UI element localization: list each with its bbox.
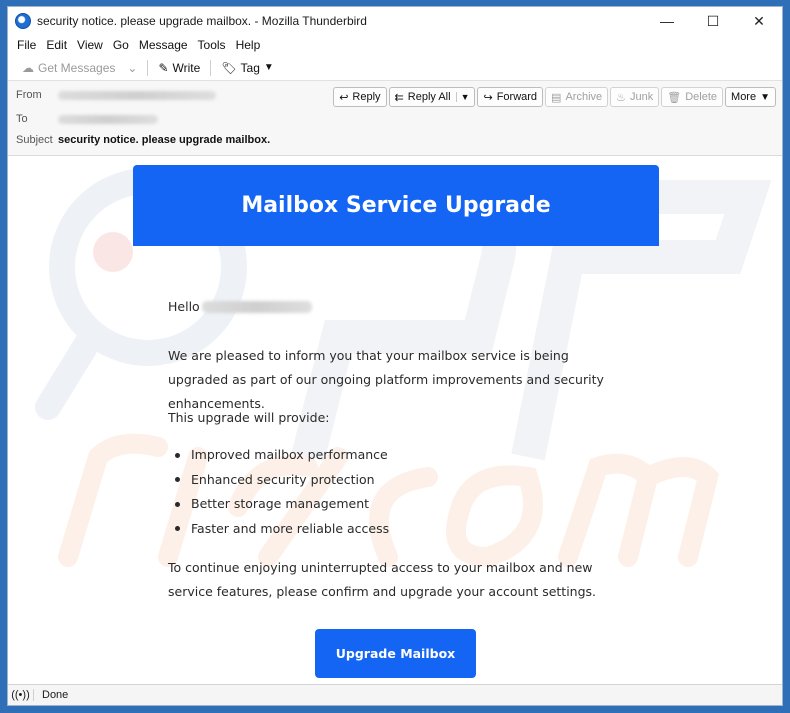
- write-label: Write: [172, 60, 201, 75]
- delete-button[interactable]: 🗑 Delete: [661, 87, 724, 107]
- message-header: From To Subject security notice. please …: [8, 81, 782, 156]
- menu-help[interactable]: Help: [231, 38, 266, 52]
- bullet-icon: [175, 501, 180, 507]
- main-toolbar: ☁ Get Messages ⌄ ✎ Write 🏷 Tag ▼: [8, 55, 782, 81]
- forward-icon: ↪: [483, 91, 493, 104]
- thunderbird-window: security notice. please upgrade mailbox.…: [7, 6, 783, 706]
- trash-icon: 🗑: [667, 91, 682, 104]
- upgrade-intro: This upgrade will provide:: [168, 410, 330, 425]
- junk-button[interactable]: ♨ Junk: [610, 87, 660, 107]
- minimize-icon[interactable]: —: [644, 7, 690, 35]
- banner-title: Mailbox Service Upgrade: [241, 193, 551, 218]
- tag-icon: 🏷: [221, 60, 237, 75]
- close-icon[interactable]: ✕: [736, 7, 782, 35]
- junk-label: Junk: [630, 91, 654, 103]
- from-row: From: [16, 89, 216, 101]
- greeting: Hello: [168, 295, 628, 319]
- subject-row: Subject security notice. please upgrade …: [16, 134, 270, 146]
- tag-label: Tag: [240, 60, 260, 75]
- list-item: Faster and more reliable access: [168, 517, 628, 542]
- closing-paragraph: To continue enjoying uninterrupted acces…: [168, 560, 597, 599]
- toolbar-separator: [147, 59, 149, 76]
- message-body: Mailbox Service Upgrade Hello We are ple…: [8, 157, 782, 685]
- from-address-redacted: [58, 90, 216, 100]
- to-label: To: [16, 113, 28, 125]
- reply-label: Reply: [352, 91, 381, 103]
- benefits-list: Improved mailbox performance Enhanced se…: [168, 443, 628, 541]
- forward-label: Forward: [496, 91, 538, 103]
- delete-label: Delete: [685, 91, 718, 103]
- menu-view[interactable]: View: [72, 38, 108, 52]
- forward-button[interactable]: ↪ Forward: [477, 87, 544, 107]
- recipient-name-redacted: [201, 301, 312, 313]
- subject-label: Subject: [16, 134, 53, 146]
- reply-all-icon: ⇇: [394, 91, 404, 104]
- message-actions: ↩ Reply ⇇ Reply All ▼ ↪ Forward ▤ Archiv…: [333, 87, 776, 107]
- chevron-down-icon: ▼: [760, 91, 770, 103]
- menu-bar: File Edit View Go Message Tools Help: [8, 35, 782, 55]
- list-item: Enhanced security protection: [168, 468, 628, 493]
- chevron-down-icon[interactable]: ▼: [455, 92, 469, 102]
- connection-status-icon: ((•)): [8, 689, 34, 701]
- archive-label: Archive: [565, 91, 603, 103]
- to-row: To: [16, 113, 158, 125]
- write-button[interactable]: ✎ Write: [152, 57, 206, 79]
- bullet-icon: [175, 477, 180, 483]
- flame-icon: ♨: [616, 91, 627, 104]
- status-text: Done: [42, 689, 69, 701]
- more-label: More: [731, 91, 757, 103]
- more-button[interactable]: More ▼: [725, 87, 776, 107]
- pencil-icon: ✎: [158, 60, 169, 75]
- menu-go[interactable]: Go: [108, 38, 134, 52]
- archive-icon: ▤: [551, 91, 562, 104]
- get-messages-button[interactable]: ☁ Get Messages: [16, 57, 121, 79]
- from-label: From: [16, 89, 42, 101]
- archive-button[interactable]: ▤ Archive: [545, 87, 609, 107]
- email-banner: Mailbox Service Upgrade: [133, 165, 659, 246]
- menu-edit[interactable]: Edit: [41, 38, 72, 52]
- menu-tools[interactable]: Tools: [193, 38, 231, 52]
- get-messages-label: Get Messages: [38, 60, 116, 75]
- reply-icon: ↩: [339, 91, 349, 104]
- reply-all-label: Reply All: [407, 91, 451, 103]
- cloud-download-icon: ☁: [22, 60, 34, 75]
- status-bar: ((•)) Done: [8, 684, 782, 705]
- greeting-text: Hello: [168, 299, 200, 314]
- window-controls: — ☐ ✕: [644, 7, 782, 35]
- subject-value: security notice. please upgrade mailbox.: [58, 134, 271, 146]
- reply-all-button[interactable]: ⇇ Reply All ▼: [388, 87, 476, 107]
- bullet-icon: [175, 452, 180, 458]
- list-item: Improved mailbox performance: [168, 443, 628, 468]
- menu-file[interactable]: File: [12, 38, 41, 52]
- bullet-icon: [175, 526, 180, 532]
- window-title: security notice. please upgrade mailbox.…: [37, 14, 367, 28]
- chevron-down-icon: ▼: [263, 62, 274, 73]
- title-bar: security notice. please upgrade mailbox.…: [8, 7, 782, 35]
- menu-message[interactable]: Message: [134, 38, 193, 52]
- list-item: Better storage management: [168, 492, 628, 517]
- upgrade-mailbox-button[interactable]: Upgrade Mailbox: [315, 629, 476, 678]
- maximize-icon[interactable]: ☐: [690, 7, 736, 35]
- tag-button[interactable]: 🏷 Tag ▼: [215, 57, 280, 79]
- to-address-redacted: [58, 114, 158, 124]
- chevron-down-icon: ⌄: [127, 60, 138, 75]
- get-messages-dropdown[interactable]: ⌄: [121, 57, 143, 79]
- toolbar-separator: [210, 59, 212, 76]
- reply-button[interactable]: ↩ Reply: [333, 87, 387, 107]
- thunderbird-app-icon: [15, 13, 31, 29]
